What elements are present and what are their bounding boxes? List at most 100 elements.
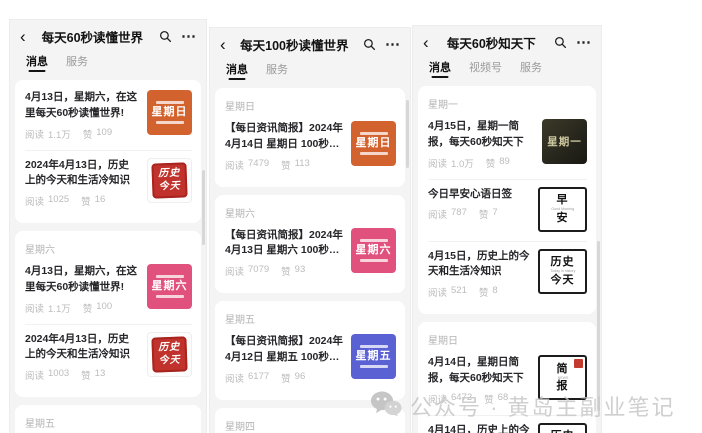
article-thumbnail: 历史今天 xyxy=(147,158,192,203)
article-thumbnail: 早Good Morning安 xyxy=(538,187,587,232)
message-list: 星期一 4月15日，星期一简报，每天60秒知天下 阅读1.0万赞89 星期一 今… xyxy=(413,82,601,433)
tab-视频号[interactable]: 视频号 xyxy=(469,59,502,78)
article-title: 4月13日，星期六，在这里每天60秒读懂世界! xyxy=(25,90,139,122)
account-title: 每天100秒读懂世界 xyxy=(230,35,359,54)
reads-value: 7079 xyxy=(248,264,269,278)
thumbnail-top-text: 历史 xyxy=(551,256,575,268)
reads-label: 阅读 xyxy=(428,392,447,406)
article-thumbnail: 星期日 xyxy=(147,90,192,135)
reads-label: 阅读 xyxy=(25,301,44,315)
scrollbar[interactable] xyxy=(202,170,205,245)
article-item[interactable]: 4月15日，历史上的今天和生活冷知识 阅读521赞8 历史Today in hi… xyxy=(418,241,596,309)
likes-value: 13 xyxy=(95,368,106,382)
message-list: 4月13日，星期六，在这里每天60秒读懂世界! 阅读1.1万赞109 星期日 2… xyxy=(10,76,206,433)
article-meta: 阅读1025赞16 xyxy=(25,194,139,208)
likes-label: 赞 xyxy=(281,371,291,385)
likes-label: 赞 xyxy=(486,156,496,170)
article-title: 4月14日，历史上的今天和生活冷知识 xyxy=(428,423,530,433)
thumbnail-label: 星期一 xyxy=(547,134,582,149)
article-item[interactable]: 今日早安心语日签 阅读787赞7 早Good Morning安 xyxy=(418,179,596,241)
thumbnail-top-text: 早 xyxy=(557,194,569,206)
search-icon[interactable] xyxy=(554,36,567,49)
more-icon[interactable]: ⋯ xyxy=(385,37,400,52)
article-item[interactable]: 4月15日，星期一简报，每天60秒知天下 阅读1.0万赞89 星期一 xyxy=(418,111,596,179)
article-title: 今日早安心语日签 xyxy=(428,187,530,203)
more-icon[interactable]: ⋯ xyxy=(181,29,196,44)
article-meta: 阅读1.1万赞100 xyxy=(25,301,139,315)
section-label: 星期五 xyxy=(215,303,405,326)
panel-header: ‹ 每天60秒知天下 ⋯ xyxy=(413,26,601,54)
tab-消息[interactable]: 消息 xyxy=(26,53,48,72)
article-meta: 阅读787赞7 xyxy=(428,207,530,221)
article-item[interactable]: 【每日资讯简报】2024年4月12日 星期五 100秒读懂世界 阅读6177赞9… xyxy=(215,326,405,394)
thumbnail-subtext: Today in history xyxy=(550,268,575,273)
back-icon[interactable]: ‹ xyxy=(20,28,26,45)
reads-value: 1025 xyxy=(48,194,69,208)
article-thumbnail: 星期五 xyxy=(351,334,396,379)
thumbnail-subtext: Good Morning xyxy=(551,206,574,211)
scrollbar[interactable] xyxy=(597,241,600,411)
article-thumbnail: 历史Today in history今天 xyxy=(538,423,587,433)
message-card: 星期一 4月15日，星期一简报，每天60秒知天下 阅读1.0万赞89 星期一 今… xyxy=(418,86,596,314)
scrollbar[interactable] xyxy=(406,100,409,168)
search-icon[interactable] xyxy=(159,30,172,43)
reads-label: 阅读 xyxy=(225,264,244,278)
more-icon[interactable]: ⋯ xyxy=(576,35,591,50)
article-title: 2024年4月13日，历史上的今天和生活冷知识 xyxy=(25,158,139,190)
message-card: 星期四 【每日资讯简报】2024年4月11日 星期四 100秒读懂世界 阅读86… xyxy=(215,408,405,433)
article-item[interactable]: 2024年4月13日，历史上的今天和生活冷知识 阅读1025赞16 历史今天 xyxy=(15,150,201,218)
reads-label: 阅读 xyxy=(428,156,447,170)
reads-label: 阅读 xyxy=(25,368,44,382)
article-meta: 阅读6472赞68 xyxy=(428,392,530,406)
article-title: 4月14日，星期日简报，每天60秒知天下 xyxy=(428,355,530,387)
tab-服务[interactable]: 服务 xyxy=(66,53,88,72)
article-item[interactable]: 4月14日，星期日简报，每天60秒知天下 阅读6472赞68 简NEWS报 xyxy=(418,347,596,415)
seal-line-bottom: 今天 xyxy=(159,354,181,367)
likes-label: 赞 xyxy=(484,392,494,406)
article-item[interactable]: 【每日资讯简报】2024年4月13日 星期六 100秒读懂世界 阅读7079赞9… xyxy=(215,220,405,288)
article-item[interactable]: 【每日资讯简报】2024年4月14日 星期日 100秒读懂世界 阅读7479赞1… xyxy=(215,113,405,181)
article-thumbnail: 星期六 xyxy=(147,264,192,309)
reads-label: 阅读 xyxy=(428,207,447,221)
likes-value: 100 xyxy=(96,301,112,315)
article-item[interactable]: 4月13日，星期六，在这里每天60秒读懂世界! 阅读1.1万赞100 星期六 xyxy=(15,256,201,324)
likes-value: 96 xyxy=(295,371,306,385)
article-meta: 阅读521赞8 xyxy=(428,285,530,299)
article-meta: 阅读1.0万赞89 xyxy=(428,156,534,170)
reads-value: 521 xyxy=(451,285,467,299)
tab-消息[interactable]: 消息 xyxy=(226,61,248,80)
article-item[interactable]: 2024年4月13日，历史上的今天和生活冷知识 阅读1003赞13 历史今天 xyxy=(15,324,201,392)
article-item[interactable]: 4月13日，星期六，在这里每天60秒读懂世界! 阅读1.1万赞109 星期日 xyxy=(15,82,201,150)
search-icon[interactable] xyxy=(363,38,376,51)
article-item[interactable]: 4月14日，历史上的今天和生活冷知识 阅读436赞8 历史Today in hi… xyxy=(418,415,596,433)
thumbnail-label: 星期五 xyxy=(356,351,392,362)
reads-value: 787 xyxy=(451,207,467,221)
reads-label: 阅读 xyxy=(225,158,244,172)
tab-消息[interactable]: 消息 xyxy=(429,59,451,78)
back-icon[interactable]: ‹ xyxy=(220,36,226,53)
likes-value: 7 xyxy=(492,207,497,221)
message-card: 星期五 【每日资讯简报】2024年4月12日 星期五 100秒读懂世界 阅读61… xyxy=(215,301,405,400)
account-title: 每天60秒知天下 xyxy=(433,33,550,52)
tab-bar: 消息服务 xyxy=(10,48,206,76)
likes-label: 赞 xyxy=(81,368,91,382)
article-thumbnail: 历史今天 xyxy=(147,332,192,377)
thumbnail-label: 星期日 xyxy=(152,107,188,118)
likes-label: 赞 xyxy=(281,264,291,278)
article-meta: 阅读6177赞96 xyxy=(225,371,343,385)
reads-value: 1003 xyxy=(48,368,69,382)
article-meta: 阅读7479赞113 xyxy=(225,158,343,172)
article-meta: 阅读1.1万赞109 xyxy=(25,127,139,141)
panel-header: ‹ 每天100秒读懂世界 ⋯ xyxy=(210,28,410,56)
section-label: 星期六 xyxy=(15,233,201,256)
reads-label: 阅读 xyxy=(428,285,447,299)
seal-line-top: 历史 xyxy=(158,167,180,180)
back-icon[interactable]: ‹ xyxy=(423,34,429,51)
tab-服务[interactable]: 服务 xyxy=(266,61,288,80)
seal-line-top: 历史 xyxy=(158,341,180,354)
likes-label: 赞 xyxy=(81,194,91,208)
tab-服务[interactable]: 服务 xyxy=(520,59,542,78)
article-meta: 阅读7079赞93 xyxy=(225,264,343,278)
reads-value: 1.1万 xyxy=(48,301,71,315)
message-card: 星期日 4月14日，星期日简报，每天60秒知天下 阅读6472赞68 简NEWS… xyxy=(418,322,596,433)
